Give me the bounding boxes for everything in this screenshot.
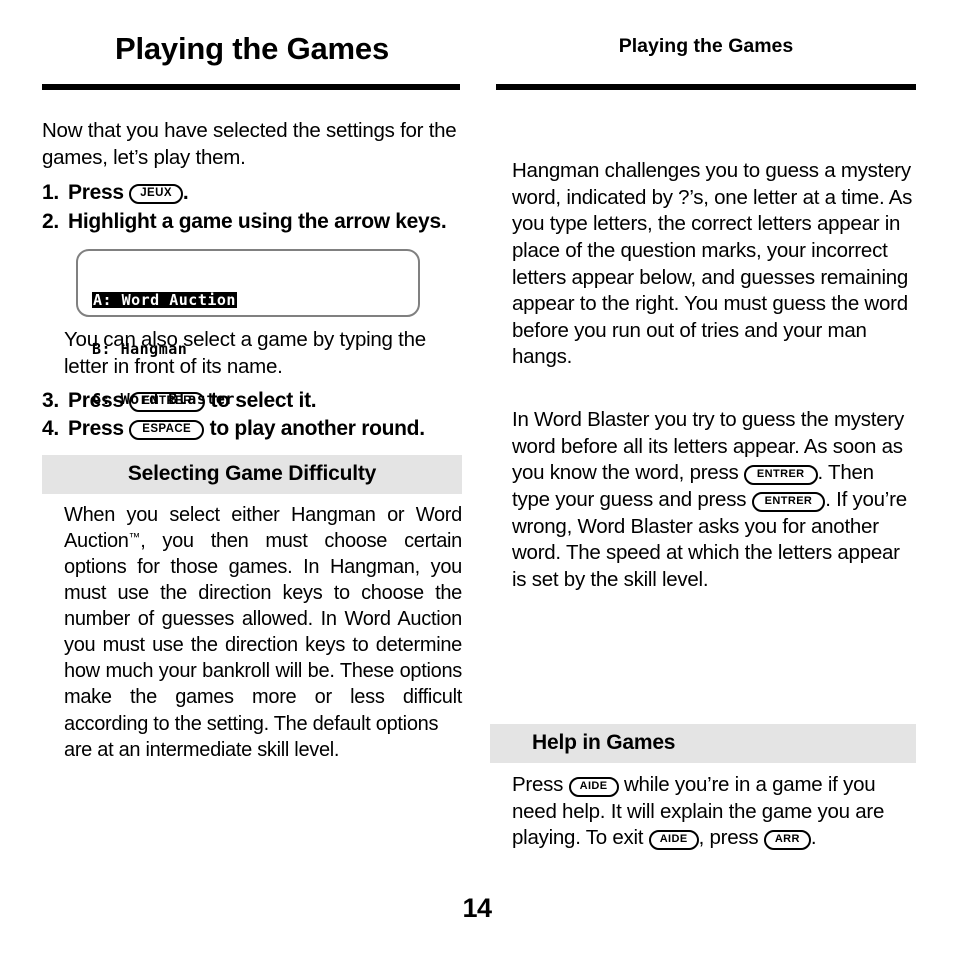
lcd-menu-item-hangman[interactable]: B: Hangman <box>92 341 412 358</box>
left-column-flow: Now that you have selected the settings … <box>42 118 464 763</box>
section-heading-help-in-games: Help in Games <box>490 724 916 763</box>
step-2: 2. Highlight a game using the arrow keys… <box>42 208 464 235</box>
lcd-menu-item-word-auction[interactable]: A: Word Auction <box>92 292 237 309</box>
step-1: 1. Press JEUX. <box>42 179 464 206</box>
lcd-screen-illustration: A: Word Auction B: Hangman C: Word Blast… <box>76 248 420 407</box>
key-arr-inline[interactable]: ARR <box>763 830 811 851</box>
difficulty-paragraph: When you select either Hangman or Word A… <box>64 502 462 737</box>
hangman-paragraph: Hangman challenges you to guess a myster… <box>512 159 913 369</box>
lcd-line-1-row: A: Word Auction <box>92 292 412 309</box>
help-text-3: , <box>698 826 705 850</box>
key-aide-inline-1[interactable]: AIDE <box>568 777 619 797</box>
help-text-5: . <box>810 826 817 850</box>
right-column-flow: Hangman challenges you to guess a myster… <box>512 158 916 594</box>
help-section: Help in Games Press AIDE while you’re in… <box>490 724 916 852</box>
lcd-screen-text: A: Word Auction B: Hangman C: Word Blast… <box>92 259 412 441</box>
step-2-body: Highlight a game using the arrow keys. <box>68 209 447 233</box>
step-1-post: . <box>182 181 189 205</box>
key-entrer-inline-1[interactable]: ENTRER <box>743 465 818 486</box>
help-text-4: press <box>709 826 759 850</box>
section-heading-selecting-game-difficulty: Selecting Game Difficulty <box>42 454 462 494</box>
step-1-number: 1. <box>42 181 59 205</box>
help-paragraph: Press AIDE while you’re in a game if you… <box>512 772 914 852</box>
difficulty-paragraph-last-line: are at an intermediate skill level. <box>64 738 340 761</box>
step-3-number: 3. <box>42 389 59 413</box>
help-text-1: Press <box>512 773 564 796</box>
left-column: Now that you have selected the settings … <box>42 0 462 954</box>
step-1-body: Press JEUX. <box>68 179 464 206</box>
trademark-symbol: ™ <box>128 530 141 544</box>
right-column: Hangman challenges you to guess a myster… <box>490 0 916 954</box>
word-blaster-paragraph: In Word Blaster you try to guess the mys… <box>512 407 916 593</box>
lcd-menu-item-word-blaster[interactable]: C: Word Blaster <box>92 391 412 408</box>
key-entrer-inline-2[interactable]: ENTRER <box>751 492 826 513</box>
key-jeux[interactable]: JEUX <box>129 184 183 205</box>
page-number: 14 <box>462 893 492 923</box>
step-1-pre: Press <box>68 181 124 205</box>
intro-paragraph: Now that you have selected the settings … <box>42 119 457 169</box>
difficulty-text-2: , you then must choose certain options f… <box>64 529 462 735</box>
step-4-number: 4. <box>42 417 59 441</box>
key-aide-inline-2[interactable]: AIDE <box>648 830 699 851</box>
step-2-number: 2. <box>42 209 59 233</box>
manual-page: Playing the Games Playing the Games Now … <box>0 0 954 954</box>
